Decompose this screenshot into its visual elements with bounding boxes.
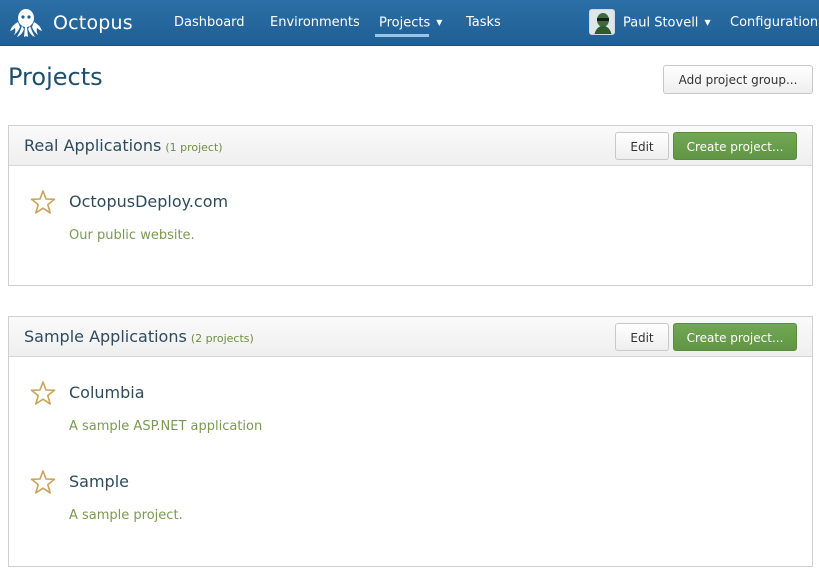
group-title: Real Applications (1 project) — [24, 136, 223, 155]
project-group: Sample Applications (2 projects) Edit Cre… — [8, 316, 813, 567]
group-project-count: (2 projects) — [190, 332, 254, 345]
brand[interactable]: Octopus — [7, 7, 133, 39]
edit-group-button[interactable]: Edit — [615, 132, 669, 160]
brand-name: Octopus — [53, 12, 133, 34]
user-menu[interactable]: Paul Stovell ▼ — [623, 14, 711, 33]
project-name-link[interactable]: Sample — [69, 472, 129, 491]
nav-environments[interactable]: Environments — [270, 14, 360, 32]
project-description: A sample project. — [69, 508, 183, 523]
list-item: Columbia A sample ASP.NET application — [9, 380, 812, 460]
chevron-down-icon: ▼ — [704, 18, 711, 27]
project-description: Our public website. — [69, 228, 195, 243]
user-avatar-icon — [590, 10, 614, 34]
nav-projects-label: Projects — [379, 15, 431, 31]
top-navigation-bar: Octopus Dashboard Environments Projects ▼… — [0, 0, 819, 46]
star-icon[interactable] — [30, 189, 56, 215]
group-name: Sample Applications — [24, 327, 187, 346]
edit-group-button[interactable]: Edit — [615, 323, 669, 351]
chevron-down-icon: ▼ — [436, 18, 443, 27]
project-description: A sample ASP.NET application — [69, 419, 263, 434]
group-title: Sample Applications (2 projects) — [24, 327, 254, 346]
project-group: Real Applications (1 project) Edit Create… — [8, 125, 813, 286]
nav-dashboard[interactable]: Dashboard — [174, 14, 245, 32]
add-project-group-button[interactable]: Add project group... — [663, 65, 813, 94]
list-item: OctopusDeploy.com Our public website. — [9, 189, 812, 269]
star-icon[interactable] — [30, 380, 56, 406]
avatar[interactable] — [589, 9, 615, 35]
octopus-logo-icon — [10, 9, 42, 37]
nav-configuration[interactable]: Configuration — [730, 14, 818, 32]
group-header: Real Applications (1 project) Edit Create… — [9, 126, 812, 166]
project-name-link[interactable]: OctopusDeploy.com — [69, 192, 228, 211]
group-header: Sample Applications (2 projects) Edit Cre… — [9, 317, 812, 357]
nav-tasks[interactable]: Tasks — [466, 14, 501, 32]
group-name: Real Applications — [24, 136, 162, 155]
star-icon[interactable] — [30, 469, 56, 495]
group-project-count: (1 project) — [165, 141, 223, 154]
page-title: Projects — [8, 63, 103, 91]
list-item: Sample A sample project. — [9, 469, 812, 549]
user-name: Paul Stovell — [623, 15, 699, 31]
nav-active-indicator — [375, 34, 429, 37]
project-name-link[interactable]: Columbia — [69, 383, 145, 402]
nav-projects[interactable]: Projects ▼ — [379, 14, 442, 33]
create-project-button[interactable]: Create project... — [673, 132, 797, 160]
create-project-button[interactable]: Create project... — [673, 323, 797, 351]
